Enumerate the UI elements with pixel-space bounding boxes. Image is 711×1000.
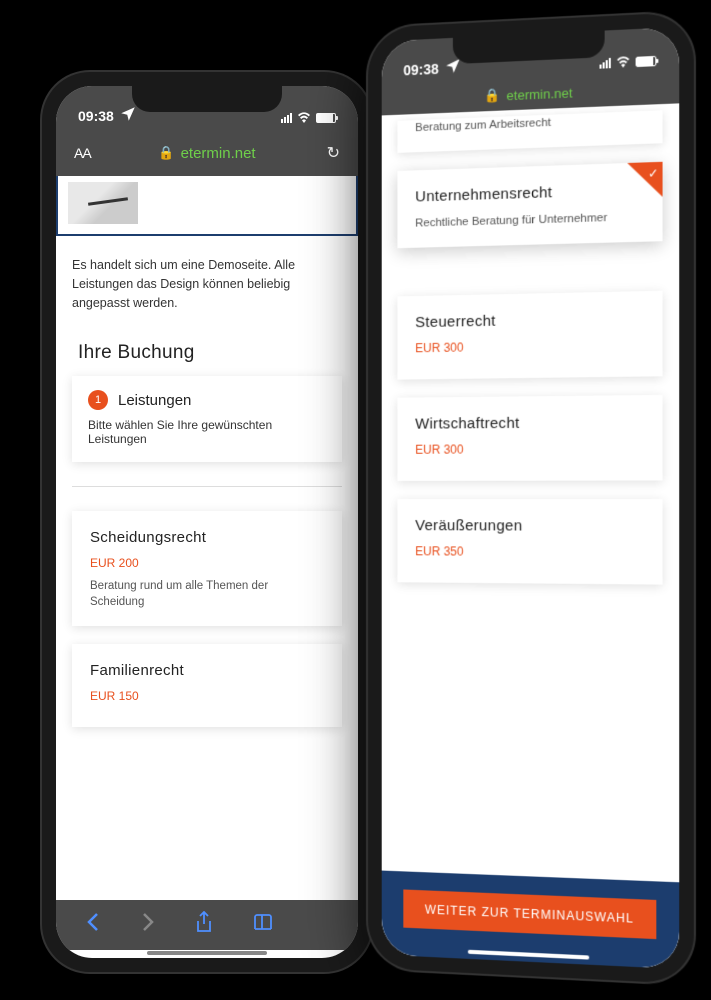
url-domain: etermin.net <box>507 85 573 103</box>
step-number-badge: 1 <box>88 390 108 410</box>
page-content-right: Beratung zum Arbeitsrecht Unternehmensre… <box>382 103 680 969</box>
signal-icon <box>281 113 292 123</box>
service-title: Unternehmensrecht <box>415 181 644 206</box>
service-card-partial-top[interactable]: Beratung zum Arbeitsrecht <box>397 110 662 153</box>
service-card-unternehmensrecht[interactable]: Unternehmensrecht Rechtliche Beratung fü… <box>397 162 662 249</box>
wifi-icon <box>615 54 632 71</box>
step-card: 1 Leistungen Bitte wählen Sie Ihre gewün… <box>72 376 342 462</box>
browser-url-bar[interactable]: AA 🔒 etermin.net ↻ <box>56 130 358 176</box>
service-title: Wirtschaftrecht <box>415 414 644 433</box>
service-desc: Beratung rund um alle Themen der Scheidu… <box>90 578 324 610</box>
service-title: Veräußerungen <box>415 517 644 535</box>
demo-notice: Es handelt sich um eine Demoseite. Alle … <box>56 246 358 324</box>
location-icon <box>119 105 137 126</box>
lock-icon: 🔒 <box>484 87 500 104</box>
reload-icon[interactable]: ↻ <box>327 143 340 163</box>
url-domain: etermin.net <box>181 145 256 162</box>
selected-check-icon <box>627 162 662 198</box>
phone-mockup-right: 09:38 🔒 etermin.net Beratung zum Arbeits… <box>368 12 694 985</box>
hero-image <box>68 182 138 224</box>
service-price: EUR 300 <box>415 442 644 457</box>
service-card-veraeusserungen[interactable]: Veräußerungen EUR 350 <box>397 499 662 585</box>
wifi-icon <box>296 110 312 126</box>
service-card-steuerrecht[interactable]: Steuerrecht EUR 300 <box>397 291 662 380</box>
service-card-wirtschaftrecht[interactable]: Wirtschaftrecht EUR 300 <box>397 395 662 481</box>
continue-button[interactable]: WEITER ZUR TERMINAUSWAHL <box>403 889 657 939</box>
phone-screen-right: 09:38 🔒 etermin.net Beratung zum Arbeits… <box>382 27 680 969</box>
share-button[interactable] <box>195 911 213 939</box>
service-desc: Beratung zum Arbeitsrecht <box>415 111 644 136</box>
back-button[interactable] <box>86 912 100 938</box>
service-card-scheidungsrecht[interactable]: Scheidungsrecht EUR 200 Beratung rund um… <box>72 511 342 626</box>
hero-banner <box>56 176 358 236</box>
service-price: EUR 150 <box>90 689 324 703</box>
service-price: EUR 200 <box>90 556 324 570</box>
phone-screen-left: 09:38 AA 🔒 etermin.net ↻ Es <box>56 86 358 958</box>
notch <box>132 86 282 112</box>
service-title: Steuerrecht <box>415 310 644 332</box>
phone-mockup-left: 09:38 AA 🔒 etermin.net ↻ Es <box>42 72 372 972</box>
battery-icon <box>316 113 336 123</box>
safari-toolbar: ⧉ <box>56 900 358 950</box>
forward-button <box>141 912 155 938</box>
status-time: 09:38 <box>403 60 438 78</box>
status-time: 09:38 <box>78 108 114 124</box>
service-desc: Rechtliche Beratung für Unternehmer <box>415 209 644 232</box>
service-title: Scheidungsrecht <box>90 529 324 546</box>
home-indicator[interactable] <box>147 951 267 955</box>
divider <box>72 486 342 487</box>
battery-icon <box>636 56 657 67</box>
text-size-button[interactable]: AA <box>74 145 91 161</box>
service-price: EUR 300 <box>415 338 644 356</box>
signal-icon <box>600 58 611 69</box>
page-content-left: Es handelt sich um eine Demoseite. Alle … <box>56 176 358 908</box>
step-label: Leistungen <box>118 392 191 409</box>
bookmarks-button[interactable] <box>253 913 273 937</box>
service-price: EUR 350 <box>415 544 644 560</box>
service-title: Familienrecht <box>90 662 324 679</box>
service-card-familienrecht[interactable]: Familienrecht EUR 150 <box>72 644 342 727</box>
step-subtext: Bitte wählen Sie Ihre gewünschten Leistu… <box>88 418 326 446</box>
lock-icon: 🔒 <box>158 145 174 161</box>
booking-heading: Ihre Buchung <box>56 324 358 376</box>
